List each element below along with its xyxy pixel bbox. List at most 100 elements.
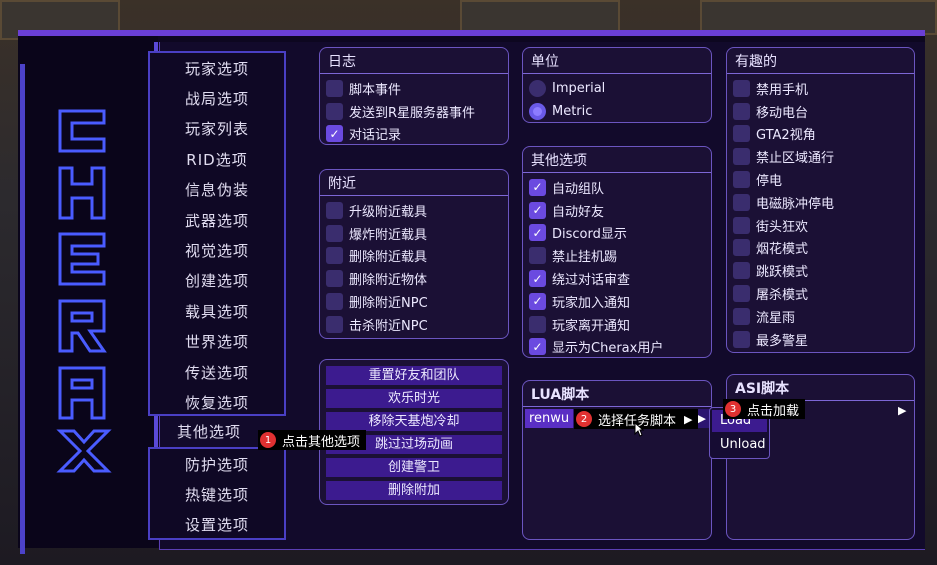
action-button[interactable]: 欢乐时光 — [326, 389, 502, 408]
checkbox-icon[interactable] — [733, 216, 750, 234]
unload-option[interactable]: Unload — [712, 434, 767, 456]
checkbox-icon[interactable] — [529, 315, 546, 333]
action-button[interactable]: 删除附加 — [326, 481, 502, 500]
asi-chevron-right-icon[interactable]: ▶ — [898, 404, 906, 417]
checkbox-row[interactable]: 禁止挂机踢 — [523, 244, 711, 267]
nav-bottom-group: 防护选项 热键选项 设置选项 — [148, 447, 286, 540]
checkbox-row[interactable]: 删除附近NPC — [320, 290, 508, 313]
nav-item-spoofing[interactable]: 信息伪装 — [150, 175, 284, 205]
checkbox-icon[interactable] — [733, 79, 750, 97]
checkbox-icon[interactable] — [326, 224, 343, 242]
radio-row[interactable]: Imperial — [523, 77, 711, 100]
checkbox-icon[interactable] — [733, 171, 750, 189]
checkbox-row[interactable]: 街头狂欢 — [727, 214, 914, 237]
checkbox-icon[interactable] — [733, 330, 750, 348]
nav-item-world[interactable]: 世界选项 — [150, 327, 284, 357]
checkbox-label: 对话记录 — [349, 128, 402, 144]
checkbox-checked-icon[interactable]: ✓ — [529, 270, 546, 288]
checkbox-icon[interactable] — [733, 193, 750, 211]
checkbox-row[interactable]: 流星雨 — [727, 305, 914, 328]
checkbox-row[interactable]: ✓ 绕过对话审查 — [523, 267, 711, 290]
step-badge: 3 — [725, 401, 741, 417]
nav-item-teleport[interactable]: 传送选项 — [150, 357, 284, 387]
nav-item-protection[interactable]: 防护选项 — [150, 449, 284, 479]
nav-item-spawn[interactable]: 创建选项 — [150, 266, 284, 296]
checkbox-label: 禁止区域通行 — [756, 151, 835, 167]
nav-item-rid[interactable]: RID选项 — [150, 144, 284, 174]
checkbox-checked-icon[interactable]: ✓ — [529, 178, 546, 196]
checkbox-row[interactable]: ✓ 自动组队 — [523, 176, 711, 199]
checkbox-checked-icon[interactable]: ✓ — [529, 224, 546, 242]
checkbox-row[interactable]: 发送到R星服务器事件 — [320, 100, 508, 123]
checkbox-row[interactable]: 玩家离开通知 — [523, 313, 711, 336]
radio-selected-icon[interactable] — [529, 102, 546, 120]
checkbox-icon[interactable] — [529, 247, 546, 265]
checkbox-row[interactable]: ✓ 自动好友 — [523, 199, 711, 222]
checkbox-row[interactable]: GTA2视角 — [727, 123, 914, 146]
step-badge: 1 — [260, 432, 276, 448]
radio-label: Imperial — [552, 80, 606, 96]
checkbox-icon[interactable] — [326, 201, 343, 219]
action-button[interactable]: 移除天基炮冷却 — [326, 412, 502, 431]
checkbox-label: 删除附近物体 — [349, 273, 428, 289]
checkbox-icon[interactable] — [733, 285, 750, 303]
nav-item-misc[interactable]: 其他选项 — [150, 416, 268, 446]
checkbox-icon[interactable] — [733, 148, 750, 166]
checkbox-row[interactable]: 脚本事件 — [320, 77, 508, 100]
checkbox-icon[interactable] — [733, 102, 750, 120]
checkbox-checked-icon[interactable]: ✓ — [529, 201, 546, 219]
nav-item-weapons[interactable]: 武器选项 — [150, 205, 284, 235]
checkbox-row[interactable]: 停电 — [727, 168, 914, 191]
radio-row[interactable]: Metric — [523, 100, 711, 123]
checkbox-row[interactable]: 爆炸附近载具 — [320, 222, 508, 245]
checkbox-row[interactable]: ✓ Discord显示 — [523, 222, 711, 245]
nav-item-player[interactable]: 玩家选项 — [150, 53, 284, 83]
checkbox-icon[interactable] — [733, 125, 750, 143]
checkbox-checked-icon[interactable]: ✓ — [326, 125, 343, 143]
checkbox-row[interactable]: 最多警星 — [727, 328, 914, 351]
checkbox-icon[interactable] — [733, 262, 750, 280]
checkbox-row[interactable]: 升级附近载具 — [320, 199, 508, 222]
checkbox-icon[interactable] — [326, 270, 343, 288]
checkbox-row[interactable]: ✓ 显示为Cherax用户 — [523, 336, 711, 359]
action-button[interactable]: 重置好友和团队 — [326, 366, 502, 385]
checkbox-label: 禁用手机 — [756, 82, 809, 98]
nav-item-visual[interactable]: 视觉选项 — [150, 235, 284, 265]
nav-item-hotkeys[interactable]: 热键选项 — [150, 479, 284, 509]
checkbox-label: 最多警星 — [756, 333, 809, 349]
checkbox-label: 发送到R星服务器事件 — [349, 105, 476, 121]
checkbox-icon[interactable] — [326, 247, 343, 265]
checkbox-icon[interactable] — [733, 307, 750, 325]
radio-icon[interactable] — [529, 79, 546, 97]
mouse-cursor-icon — [634, 422, 644, 437]
checkbox-row[interactable]: 删除附近物体 — [320, 267, 508, 290]
checkbox-row[interactable]: 禁用手机 — [727, 77, 914, 100]
checkbox-checked-icon[interactable]: ✓ — [529, 292, 546, 310]
checkbox-label: 击杀附近NPC — [349, 318, 428, 334]
checkbox-icon[interactable] — [326, 315, 343, 333]
checkbox-row[interactable]: 删除附近载具 — [320, 245, 508, 268]
checkbox-label: Discord显示 — [552, 227, 627, 243]
checkbox-icon[interactable] — [326, 293, 343, 311]
checkbox-row[interactable]: 跳跃模式 — [727, 259, 914, 282]
checkbox-row[interactable]: 移动电台 — [727, 100, 914, 123]
nav-item-session[interactable]: 战局选项 — [150, 83, 284, 113]
checkbox-icon[interactable] — [733, 239, 750, 257]
checkbox-row[interactable]: 禁止区域通行 — [727, 145, 914, 168]
action-button[interactable]: 创建警卫 — [326, 458, 502, 477]
checkbox-row[interactable]: ✓ 玩家加入通知 — [523, 290, 711, 313]
nav-item-recovery[interactable]: 恢复选项 — [150, 387, 284, 417]
checkbox-row[interactable]: ✓ 对话记录 — [320, 123, 508, 146]
checkbox-row[interactable]: 烟花模式 — [727, 237, 914, 260]
nav-item-settings[interactable]: 设置选项 — [150, 510, 284, 540]
checkbox-row[interactable]: 电磁脉冲停电 — [727, 191, 914, 214]
nav-item-vehicle[interactable]: 载具选项 — [150, 296, 284, 326]
checkbox-label: 跳跃模式 — [756, 265, 809, 281]
checkbox-row[interactable]: 屠杀模式 — [727, 282, 914, 305]
checkbox-row[interactable]: 击杀附近NPC — [320, 313, 508, 336]
units-panel-title: 单位 — [523, 48, 711, 74]
nav-item-player-list[interactable]: 玩家列表 — [150, 114, 284, 144]
checkbox-checked-icon[interactable]: ✓ — [529, 338, 546, 356]
checkbox-icon[interactable] — [326, 102, 343, 120]
checkbox-icon[interactable] — [326, 79, 343, 97]
